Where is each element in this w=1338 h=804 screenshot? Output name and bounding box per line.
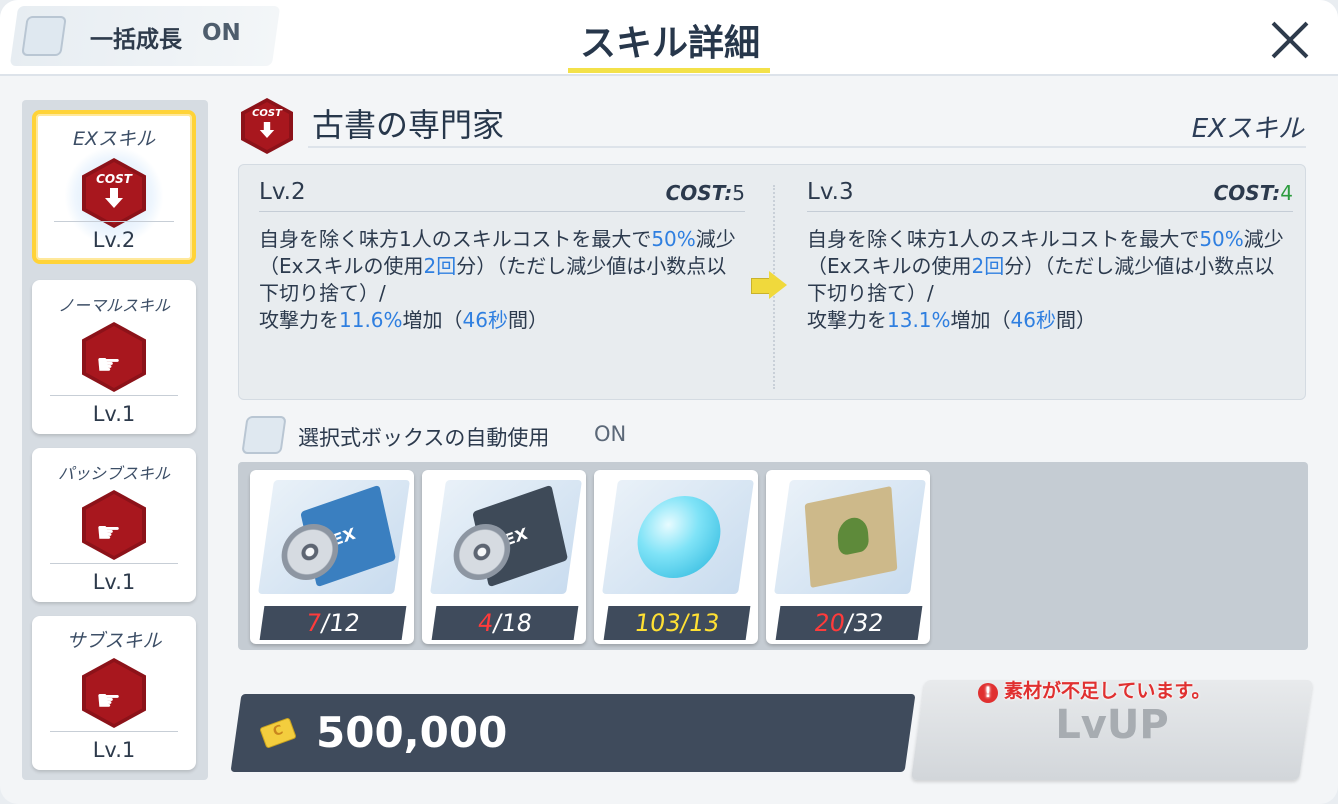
credit-value: 500,000	[316, 708, 508, 757]
gun-up-icon: ☛	[82, 490, 146, 560]
tech-notes-disc-icon: EX	[257, 480, 411, 594]
skill-description-box: Lv.2 COST:5 自身を除く味方1人のスキルコストを最大で50%減少（Ex…	[238, 164, 1306, 400]
skill-tab-label: EXスキル	[72, 128, 156, 150]
skill-tab-level: Lv.1	[92, 570, 136, 594]
material-count: 103/13	[603, 606, 751, 640]
current-description: 自身を除く味方1人のスキルコストを最大で50%減少（Exスキルの使用2回分）（た…	[259, 227, 736, 332]
skill-tab-level: Lv.2	[92, 228, 136, 252]
warning-icon: !	[978, 683, 998, 703]
arrow-right-icon	[751, 271, 791, 299]
tech-notes-disc-gray-icon: EX	[429, 480, 583, 594]
gun-up-icon: ☛	[82, 658, 146, 728]
bulk-growth-checkbox[interactable]	[21, 16, 67, 56]
lvup-label: LvUP	[1055, 702, 1169, 748]
close-icon[interactable]	[1268, 18, 1312, 62]
hex-text: COST	[96, 172, 132, 186]
material-item[interactable]: 103/13	[594, 470, 758, 644]
next-level-column: Lv.3 COST:4 自身を除く味方1人のスキルコストを最大で50%減少（Ex…	[807, 179, 1293, 334]
next-cost: COST:4	[1213, 181, 1293, 205]
skill-cost-icon: COST	[240, 98, 294, 154]
materials-list: EX 7/12 EX 4/18 103/13 20/32	[238, 462, 1308, 650]
gun-up-icon: ☛	[82, 322, 146, 392]
skill-tab-label: パッシブスキル	[57, 464, 170, 483]
auto-box-label: 選択式ボックスの自動使用	[298, 426, 550, 450]
skill-tab-label: サブスキル	[66, 630, 162, 652]
bulk-growth-state: ON	[202, 20, 241, 46]
skill-detail-panel: 一括成長 ON スキル詳細 EXスキル COST Lv.2 ノーマルスキル ☛ …	[0, 0, 1338, 804]
skill-tab-passive[interactable]: パッシブスキル ☛ Lv.1	[32, 448, 196, 602]
skill-tab-ex[interactable]: EXスキル COST Lv.2	[32, 110, 196, 264]
crystal-fragment-icon	[601, 480, 755, 594]
skill-tab-level: Lv.1	[92, 738, 136, 762]
material-item[interactable]: EX 7/12	[250, 470, 414, 644]
divider	[308, 146, 1306, 148]
title-underline	[568, 68, 770, 73]
auto-box-checkbox[interactable]	[241, 416, 287, 454]
material-item[interactable]: 20/32	[766, 470, 930, 644]
skill-tab-level: Lv.1	[92, 402, 136, 426]
current-level-column: Lv.2 COST:5 自身を除く味方1人のスキルコストを最大で50%減少（Ex…	[259, 179, 745, 334]
material-item[interactable]: EX 4/18	[422, 470, 586, 644]
bulk-growth-label: 一括成長	[90, 27, 182, 53]
skill-tab-sub[interactable]: サブスキル ☛ Lv.1	[32, 616, 196, 770]
skill-type: EXスキル	[1191, 114, 1304, 144]
skill-name: 古書の専門家	[312, 106, 505, 144]
page-title: スキル詳細	[579, 23, 760, 64]
next-description: 自身を除く味方1人のスキルコストを最大で50%減少（Exスキルの使用2回分）（た…	[807, 227, 1284, 332]
header: 一括成長 ON スキル詳細	[0, 0, 1338, 76]
current-cost: COST:5	[665, 181, 745, 205]
auto-box-state: ON	[594, 422, 627, 446]
material-count: 7/12	[259, 606, 407, 640]
ancient-map-icon	[773, 480, 927, 594]
skill-tab-normal[interactable]: ノーマルスキル ☛ Lv.1	[32, 280, 196, 434]
material-count: 20/32	[775, 606, 923, 640]
skill-tab-label: ノーマルスキル	[57, 296, 170, 315]
material-count: 4/18	[431, 606, 579, 640]
skill-sidebar: EXスキル COST Lv.2 ノーマルスキル ☛ Lv.1 パッシブスキル ☛	[22, 100, 208, 780]
insufficient-materials-warning: ! 素材が不足しています。	[978, 676, 1211, 703]
